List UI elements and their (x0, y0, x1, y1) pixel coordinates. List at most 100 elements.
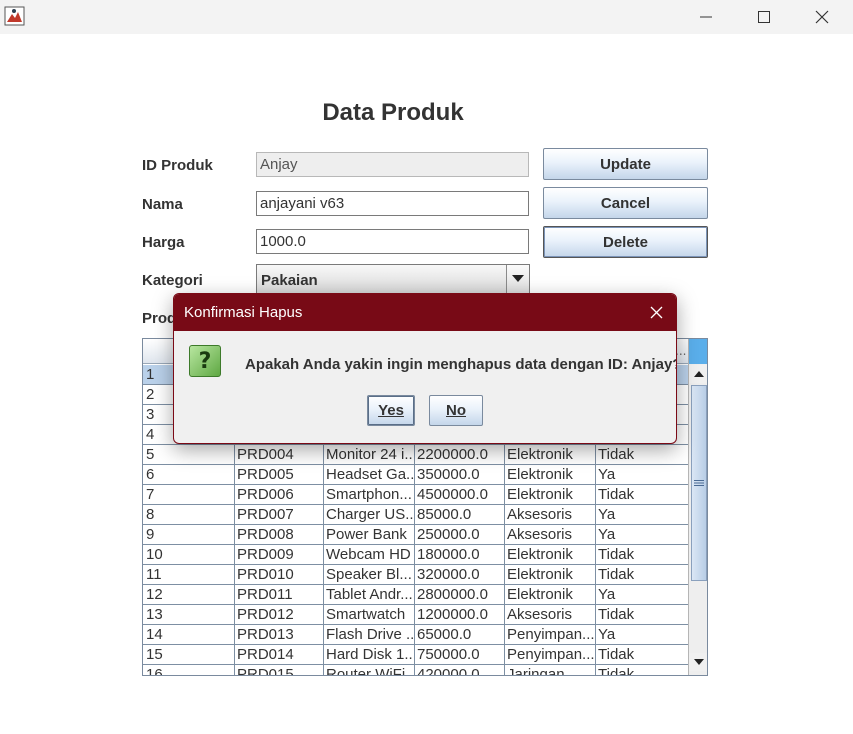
table-row[interactable]: 16 PRD015 Router WiFi 420000.0 Jaringan Tidak (143, 665, 688, 676)
table-cell: Tidak (598, 606, 635, 623)
table-cell: 9 (146, 526, 155, 543)
table-cell: Elektronik (507, 546, 573, 563)
table-row[interactable]: 5 PRD004 Monitor 24 i... 2200000.0 Elektroni… (143, 445, 688, 465)
table-cell: Ya (598, 626, 616, 643)
table-cell: PRD011 (237, 586, 293, 603)
delete-button[interactable]: Delete (543, 226, 708, 258)
table-cell: Speaker Bl... (326, 566, 412, 583)
table-row[interactable]: 15 PRD014 Hard Disk 1... 750000.0 Penyimpan.… (143, 645, 688, 665)
table-row[interactable]: 8 PRD007 Charger US... 85000.0 Aksesoris Ya (143, 505, 688, 525)
table-row[interactable]: 7 PRD006 Smartphon... 4500000.0 Elektronik Ti… (143, 485, 688, 505)
cancel-button[interactable]: Cancel (543, 187, 708, 219)
harga-label: Harga (142, 234, 185, 251)
question-icon: ? (189, 345, 221, 377)
id-produk-label: ID Produk (142, 157, 213, 174)
table-cell: Elektronik (507, 446, 573, 463)
chevron-down-icon[interactable] (506, 265, 529, 293)
table-cell: PRD012 (237, 606, 294, 623)
table-cell: Power Bank (326, 526, 407, 543)
nama-label: Nama (142, 196, 183, 213)
table-cell: PRD008 (237, 526, 294, 543)
table-cell: PRD009 (237, 546, 294, 563)
table-row[interactable]: 13 PRD012 Smartwatch 1200000.0 Aksesoris Tida… (143, 605, 688, 625)
dialog-close-icon[interactable] (642, 298, 670, 326)
table-cell: Penyimpan... (507, 646, 595, 663)
table-cell: Ya (598, 526, 616, 543)
table-cell: Tidak (598, 486, 635, 503)
table-cell: Aksesoris (507, 606, 573, 623)
table-cell: Ya (598, 506, 616, 523)
scrollbar-thumb[interactable] (691, 385, 707, 581)
table-cell: 15 (146, 646, 163, 663)
scroll-down-icon[interactable] (689, 653, 707, 671)
table-cell: 180000.0 (417, 546, 480, 563)
table-cell: PRD005 (237, 466, 294, 483)
table-cell: Tidak (598, 566, 635, 583)
close-button[interactable] (799, 0, 845, 34)
table-cell: 6 (146, 466, 155, 483)
table-cell: 65000.0 (417, 626, 472, 643)
table-cell: 5 (146, 446, 155, 463)
window-titlebar (0, 0, 853, 34)
table-cell: Hard Disk 1... (326, 646, 414, 663)
table-cell: PRD014 (237, 646, 294, 663)
table-cell: Elektronik (507, 586, 573, 603)
table-cell: 320000.0 (417, 566, 480, 583)
table-cell: Elektronik (507, 466, 573, 483)
maximize-button[interactable] (741, 0, 787, 34)
nama-field[interactable]: anjayani v63 (256, 191, 529, 216)
minimize-button[interactable] (683, 0, 729, 34)
table-cell: Tablet Andr... (326, 586, 413, 603)
table-cell: 12 (146, 586, 163, 603)
table-cell: Tidak (598, 646, 635, 663)
table-cell: 10 (146, 546, 163, 563)
table-cell: Tidak (598, 446, 635, 463)
table-row[interactable]: 11 PRD010 Speaker Bl... 320000.0 Elektronik T… (143, 565, 688, 585)
yes-button[interactable]: Yes (367, 395, 415, 426)
table-cell: 350000.0 (417, 466, 480, 483)
update-button[interactable]: Update (543, 148, 708, 180)
table-cell: 13 (146, 606, 163, 623)
table-cell: 750000.0 (417, 646, 480, 663)
kategori-dropdown[interactable]: Pakaian (256, 264, 530, 294)
table-cell: Tidak (598, 666, 635, 676)
table-cell: 11 (146, 566, 162, 583)
table-cell: Elektronik (507, 566, 573, 583)
table-cell: Router WiFi (326, 666, 406, 676)
kategori-selected-value: Pakaian (261, 272, 318, 289)
table-cell: 2800000.0 (417, 586, 488, 603)
table-cell: 2200000.0 (417, 446, 488, 463)
vertical-scrollbar[interactable] (688, 339, 707, 675)
table-cell: 250000.0 (417, 526, 480, 543)
table-cell: PRD006 (237, 486, 294, 503)
table-cell: 1200000.0 (417, 606, 488, 623)
table-cell: Jaringan (507, 666, 565, 676)
table-row[interactable]: 6 PRD005 Headset Ga... 350000.0 Elektronik Ya (143, 465, 688, 485)
table-cell: 85000.0 (417, 506, 472, 523)
scroll-up-icon[interactable] (689, 365, 707, 383)
table-cell: Ya (598, 466, 616, 483)
table-cell: Elektronik (507, 486, 573, 503)
table-cell: 420000.0 (417, 666, 480, 676)
dialog-title: Konfirmasi Hapus (184, 304, 303, 321)
id-produk-field[interactable]: Anjay (256, 152, 529, 177)
no-button[interactable]: No (429, 395, 483, 426)
table-cell: Smartwatch (326, 606, 406, 623)
dialog-titlebar: Konfirmasi Hapus (174, 294, 676, 331)
table-cell: 8 (146, 506, 155, 523)
table-row[interactable]: 9 PRD008 Power Bank 250000.0 Aksesoris Ya (143, 525, 688, 545)
table-row[interactable]: 14 PRD013 Flash Drive ... 65000.0 Penyimpan.… (143, 625, 688, 645)
dialog-message: Apakah Anda yakin ingin menghapus data d… (245, 356, 677, 373)
kategori-label: Kategori (142, 272, 203, 289)
table-cell: 7 (146, 486, 155, 503)
table-cell: PRD010 (237, 566, 294, 583)
table-cell: Charger US... (326, 506, 414, 523)
table-cell: Flash Drive ... (326, 626, 414, 643)
table-cell: Aksesoris (507, 526, 573, 543)
table-row[interactable]: 10 PRD009 Webcam HD 180000.0 Elektronik Tidak (143, 545, 688, 565)
harga-field[interactable]: 1000.0 (256, 229, 529, 254)
table-cell: PRD007 (237, 506, 294, 523)
table-cell: Penyimpan... (507, 626, 595, 643)
confirm-delete-dialog: Konfirmasi Hapus ? Apakah Anda yakin ing… (173, 293, 677, 444)
table-row[interactable]: 12 PRD011 Tablet Andr... 2800000.0 Elektroni… (143, 585, 688, 605)
